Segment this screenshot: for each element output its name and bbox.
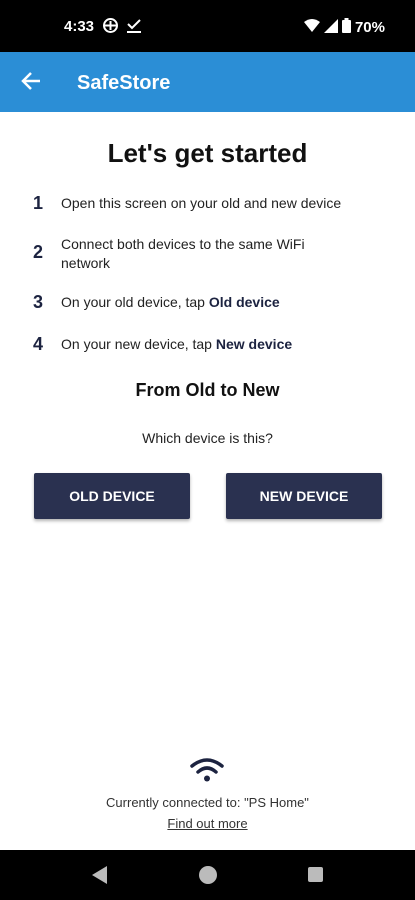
checkmark-icon xyxy=(126,17,142,39)
app-title: SafeStore xyxy=(77,72,171,94)
section-subheading: From Old to New xyxy=(135,380,280,400)
step-text: Connect both devices to the same WiFi ne… xyxy=(61,236,305,271)
page-title: Let's get started xyxy=(107,138,308,168)
system-nav-bar xyxy=(0,850,415,900)
status-right: 70% xyxy=(303,18,385,37)
wifi-icon xyxy=(303,18,320,37)
battery-percent: 70% xyxy=(354,19,385,36)
new-device-button[interactable]: NEW DEVICE xyxy=(226,473,382,519)
connection-status: Currently connected to: "PS Home" xyxy=(106,795,309,810)
vpn-icon xyxy=(102,17,119,39)
signal-icon xyxy=(323,18,338,37)
back-button[interactable] xyxy=(16,66,46,96)
status-time: 4:33 xyxy=(64,18,95,35)
app-bar: SafeStore xyxy=(0,52,415,112)
device-question: Which device is this? xyxy=(142,430,273,446)
nav-back-icon[interactable] xyxy=(92,866,108,889)
step-number: 4 xyxy=(33,334,44,354)
step-text: Open this screen on your old and new dev… xyxy=(61,195,342,211)
new-device-emphasis: New device xyxy=(215,336,293,352)
step-number: 3 xyxy=(33,292,44,312)
find-out-more-link[interactable]: Find out more xyxy=(167,816,247,831)
nav-home-icon[interactable] xyxy=(199,866,217,884)
step-text: On your new device, tap New device xyxy=(61,336,293,352)
nav-recents-icon[interactable] xyxy=(308,867,323,882)
old-device-button[interactable]: OLD DEVICE xyxy=(34,473,190,519)
step-text: On your old device, tap Old device xyxy=(61,294,280,310)
step-number: 2 xyxy=(33,242,44,262)
step-number: 1 xyxy=(33,193,44,213)
find-out-more-link-wrap: Find out more xyxy=(0,816,415,831)
status-bar: 4:33 70% xyxy=(0,0,415,52)
arrow-left-icon xyxy=(21,72,40,90)
battery-icon xyxy=(341,18,351,37)
old-device-emphasis: Old device xyxy=(208,294,280,310)
wifi-icon xyxy=(190,757,224,788)
